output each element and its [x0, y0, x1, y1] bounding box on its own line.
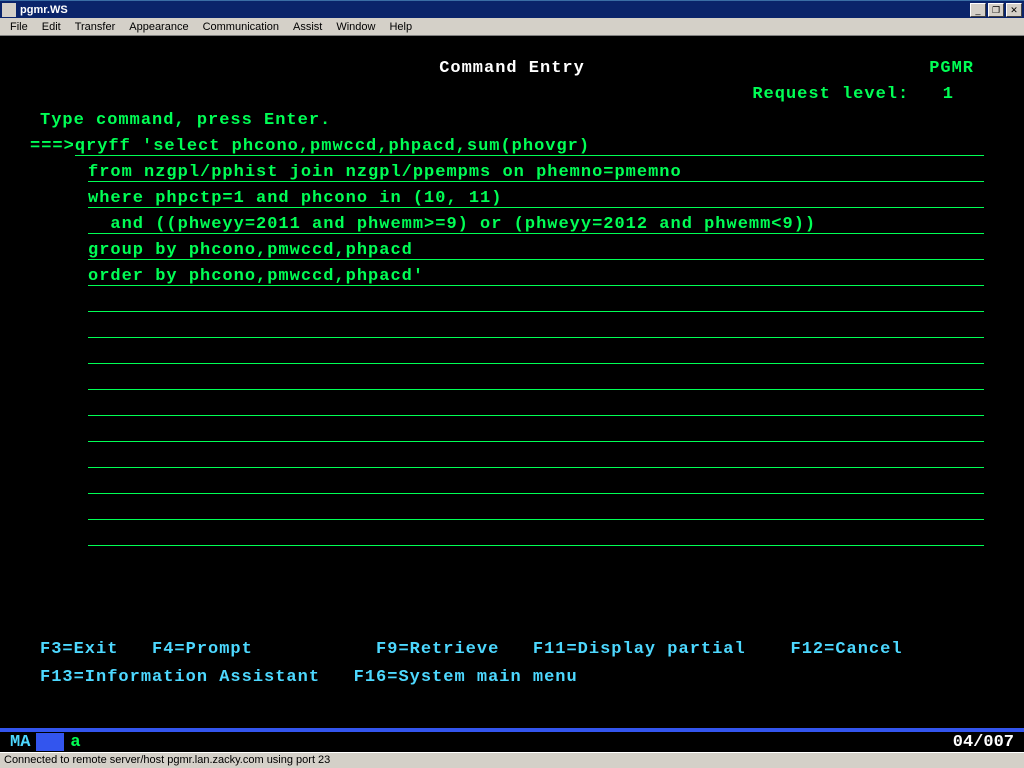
instruction-line: Type command, press Enter.: [30, 108, 994, 134]
command-text-continuation[interactable]: group by phcono,pmwccd,phpacd: [88, 238, 413, 264]
window-title: pgmr.WS: [20, 4, 68, 16]
close-button[interactable]: ✕: [1006, 3, 1022, 17]
command-text-continuation[interactable]: order by phcono,pmwccd,phpacd': [88, 264, 424, 290]
menu-appearance[interactable]: Appearance: [123, 19, 194, 35]
menu-help[interactable]: Help: [383, 19, 418, 35]
status-cursor-pos: 04/007: [953, 733, 1014, 752]
request-level-label: Request level:: [752, 82, 909, 108]
maximize-button[interactable]: ❐: [988, 3, 1004, 17]
window-status-bar: Connected to remote server/host pgmr.lan…: [0, 752, 1024, 768]
fkey-row-1: F3=Exit F4=Prompt F9=Retrieve F11=Displa…: [40, 636, 984, 664]
command-input-area[interactable]: ===> qryff 'select phcono,pmwccd,phpacd,…: [30, 134, 994, 550]
command-text-first[interactable]: qryff 'select phcono,pmwccd,phpacd,sum(p…: [75, 134, 590, 160]
request-level-value: 1: [943, 82, 954, 108]
menu-communication[interactable]: Communication: [197, 19, 285, 35]
menu-transfer[interactable]: Transfer: [69, 19, 122, 35]
screen-title: Command Entry: [190, 56, 834, 82]
command-text-continuation[interactable]: where phpctp=1 and phcono in (10, 11): [88, 186, 502, 212]
screen-user: PGMR: [834, 56, 994, 82]
menu-window[interactable]: Window: [330, 19, 381, 35]
menu-bar: File Edit Transfer Appearance Communicat…: [0, 18, 1024, 36]
terminal-status-bar: MA a 04/007: [0, 728, 1024, 752]
window-controls: _ ❐ ✕: [968, 3, 1022, 17]
fkey-row-2: F13=Information Assistant F16=System mai…: [40, 664, 984, 692]
status-ma: MA: [10, 733, 30, 752]
status-indicator-block: [36, 733, 64, 751]
command-text-continuation[interactable]: from nzgpl/pphist join nzgpl/ppempms on …: [88, 160, 682, 186]
status-a: a: [70, 733, 80, 752]
menu-edit[interactable]: Edit: [36, 19, 67, 35]
minimize-button[interactable]: _: [970, 3, 986, 17]
connection-status: Connected to remote server/host pgmr.lan…: [4, 754, 330, 766]
request-level-row: Request level: 1: [30, 82, 994, 108]
menu-assist[interactable]: Assist: [287, 19, 328, 35]
app-icon: [2, 3, 16, 17]
command-prompt: ===>: [30, 134, 75, 160]
terminal-screen[interactable]: Command Entry PGMR Request level: 1 Type…: [0, 36, 1024, 728]
window-titlebar: pgmr.WS _ ❐ ✕: [0, 0, 1024, 18]
menu-file[interactable]: File: [4, 19, 34, 35]
command-text-continuation[interactable]: and ((phweyy=2011 and phwemm>=9) or (phw…: [88, 212, 816, 238]
function-keys: F3=Exit F4=Prompt F9=Retrieve F11=Displa…: [40, 636, 984, 692]
